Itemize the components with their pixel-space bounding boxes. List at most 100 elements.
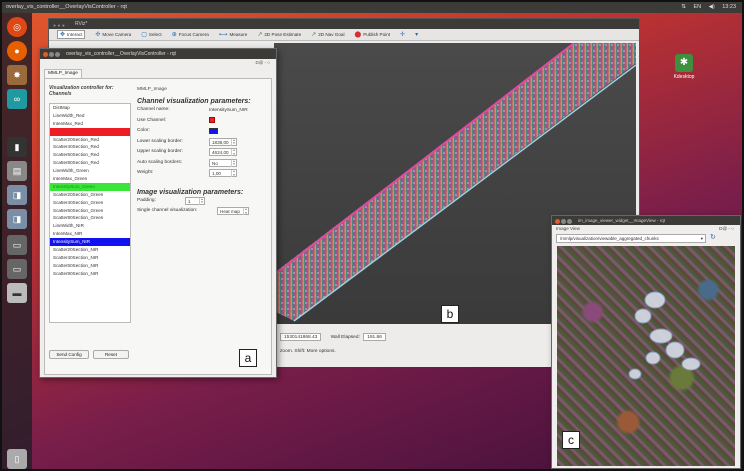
rviz-icon[interactable]: ◨ [7, 209, 27, 229]
channel-item[interactable]: IntensitySum_NIR [50, 238, 130, 247]
move-camera-tool[interactable]: ✣ Move Camera [95, 31, 131, 38]
drive-icon[interactable]: ▬ [7, 283, 27, 303]
channel-item[interactable]: LineWidth_Green [50, 167, 130, 175]
spin-arrows-icon[interactable]: ▲ ▼ [231, 148, 236, 156]
nav-goal-label: 2D Nav Goal [318, 32, 345, 37]
add-tool-button[interactable]: ✛ [400, 31, 405, 38]
send-config-button[interactable]: Send Config [49, 350, 89, 359]
channel-item[interactable]: Scatter40Section_NIR [50, 254, 130, 262]
minimize-icon[interactable] [49, 52, 54, 57]
channel-item[interactable]: IntensitySum_Red [50, 127, 130, 136]
channel-item[interactable]: Scatter20Section_NIR [50, 246, 130, 254]
wall-elapsed-label: Wall Elapsed: [330, 335, 360, 340]
channel-list[interactable]: DistMap LineWidth_Red IntenMax_Red Intensit… [49, 103, 131, 323]
channel-params-heading: Channel visualization parameters: [137, 98, 251, 105]
topic-select[interactable]: /mmlp/visualization/viewable_aggregated_… [556, 234, 706, 243]
nav-goal-tool[interactable]: ↗ 2D Nav Goal [311, 31, 344, 38]
volume-icon[interactable]: ◀) [709, 4, 715, 10]
maximize-icon[interactable] [567, 219, 572, 224]
window-icon[interactable]: ▭ [7, 235, 27, 255]
focus-camera-tool[interactable]: ⊕ Focus Camera [172, 31, 209, 38]
select-tool[interactable]: ▢ Select [141, 31, 161, 38]
settings-icon[interactable]: ✸ [7, 65, 27, 85]
tool-menu-button[interactable]: ▾ [415, 31, 418, 38]
overlay-dock-bar: D@ - ○ [40, 59, 276, 67]
channel-item[interactable]: LineWidth_Red [50, 112, 130, 120]
close-icon[interactable] [555, 219, 560, 224]
top-panel: overlay_vis_controller__OverlayVisContro… [2, 2, 742, 13]
panel-label-b: b [441, 305, 459, 323]
reset-button[interactable]: Reset [93, 350, 129, 359]
maximize-icon[interactable] [55, 52, 60, 57]
spin-arrows-icon[interactable]: ▲ ▼ [243, 207, 248, 215]
weight-spinbox[interactable]: ▲ ▼ 1,00 [209, 169, 237, 177]
clock[interactable]: 13:23 [722, 4, 736, 10]
files-icon[interactable]: ▤ [7, 161, 27, 181]
channel-item[interactable]: Scatter60Section_NIR [50, 262, 130, 270]
overlay-title-bar: overlay_vis_controller__OverlayVisContro… [40, 49, 276, 59]
channel-item[interactable]: Scatter40Section_Red [50, 143, 130, 151]
padding-spinbox[interactable]: ▲ ▼ 1 [185, 196, 205, 205]
dock-controls[interactable]: D@ - ○ [719, 225, 734, 233]
window-controls[interactable]: ● ● ● [53, 21, 65, 31]
channel-item[interactable]: IntensitySum_Green [50, 182, 130, 191]
auto-scaling-select[interactable]: ▲ ▼ No [209, 158, 237, 167]
chevron-down-icon: ▾ [700, 236, 703, 241]
spin-arrows-icon[interactable]: ▲ ▼ [231, 169, 236, 177]
tab-mmlp-image[interactable]: MMLP_Image [44, 69, 82, 78]
single-channel-select[interactable]: ▲ ▼ Heat map [217, 207, 249, 215]
close-icon[interactable] [43, 52, 48, 57]
publish-point-tool[interactable]: ⬤ Publish Point [355, 31, 391, 38]
channel-item[interactable]: IntenMax_Green [50, 175, 130, 183]
channel-item[interactable]: Scatter80Section_NIR [50, 270, 130, 278]
desktop-shortcut[interactable]: ✱ Kdesktop [662, 54, 706, 80]
lower-border-spinbox[interactable]: ▲ ▼ 1838,00 [209, 137, 237, 146]
lower-border-label: Lower scaling border: [137, 138, 183, 144]
interact-icon: ✥ [60, 32, 66, 38]
spin-arrows-icon[interactable]: ▲ ▼ [199, 197, 204, 205]
interact-tool[interactable]: ✥ Interact [57, 30, 86, 39]
channel-item[interactable]: LineWidth_NIR [50, 222, 130, 230]
ubuntu-dash-icon[interactable]: ◎ [7, 17, 27, 37]
image-tab-label: MMLP_Image [137, 87, 167, 92]
channel-item[interactable]: DistMap [50, 104, 130, 112]
arduino-icon[interactable]: ∞ [7, 89, 27, 109]
focus-camera-label: Focus Camera [178, 32, 209, 37]
channel-item[interactable]: Scatter80Section_Red [50, 159, 130, 167]
lower-border-value: 1838,00 [212, 139, 229, 145]
parameters-column: MMLP_Image Channel visualization paramet… [135, 79, 269, 369]
interact-label: Interact [67, 32, 83, 37]
rviz-icon[interactable]: ◨ [7, 185, 27, 205]
window-icon[interactable]: ▭ [7, 259, 27, 279]
network-icon[interactable]: ⇅ [681, 4, 686, 10]
keyboard-layout-indicator[interactable]: EN [693, 4, 701, 10]
channel-item[interactable]: Scatter20Section_Green [50, 191, 130, 199]
terminal-icon[interactable]: ▮ [7, 137, 27, 157]
trash-icon[interactable]: ▯ [7, 449, 27, 469]
use-channel-checkbox[interactable] [209, 117, 215, 124]
channel-item[interactable]: Scatter60Section_Red [50, 151, 130, 159]
refresh-icon[interactable]: ↻ [710, 234, 720, 243]
channel-item[interactable]: Scatter40Section_Green [50, 199, 130, 207]
channel-item[interactable]: IntenMax_NIR [50, 230, 130, 238]
channel-item[interactable]: Scatter60Section_Green [50, 207, 130, 215]
upper-border-spinbox[interactable]: ▲ ▼ 4624,00 [209, 148, 237, 156]
spin-arrows-icon[interactable]: ▲ ▼ [231, 159, 236, 167]
minimize-icon[interactable] [561, 219, 566, 224]
kdesktop-icon: ✱ [675, 54, 693, 72]
controller-buttons: Send Config Reset [49, 350, 131, 359]
overlay-controller-window: overlay_vis_controller__OverlayVisContro… [39, 48, 277, 378]
use-channel-label: Use Channel: [137, 117, 167, 123]
controller-pane: Visualization controller for: Channels D… [44, 78, 272, 375]
channel-item[interactable]: IntenMax_Red [50, 120, 130, 128]
channel-item[interactable]: Scatter80Section_Green [50, 214, 130, 222]
firefox-icon[interactable]: ● [7, 41, 27, 61]
image-view-window: im_image_viewer_widget__ImageView - rqt … [551, 215, 741, 469]
select-label: Select [148, 32, 162, 37]
dock-controls[interactable]: D@ - ○ [255, 59, 270, 67]
color-swatch[interactable] [209, 127, 218, 134]
spin-arrows-icon[interactable]: ▲ ▼ [231, 138, 236, 146]
pose-estimate-tool[interactable]: ↗ 2D Pose Estimate [257, 31, 301, 38]
channel-item[interactable]: Scatter20Section_Red [50, 136, 130, 144]
measure-tool[interactable]: ⟷ Measure [219, 31, 247, 38]
